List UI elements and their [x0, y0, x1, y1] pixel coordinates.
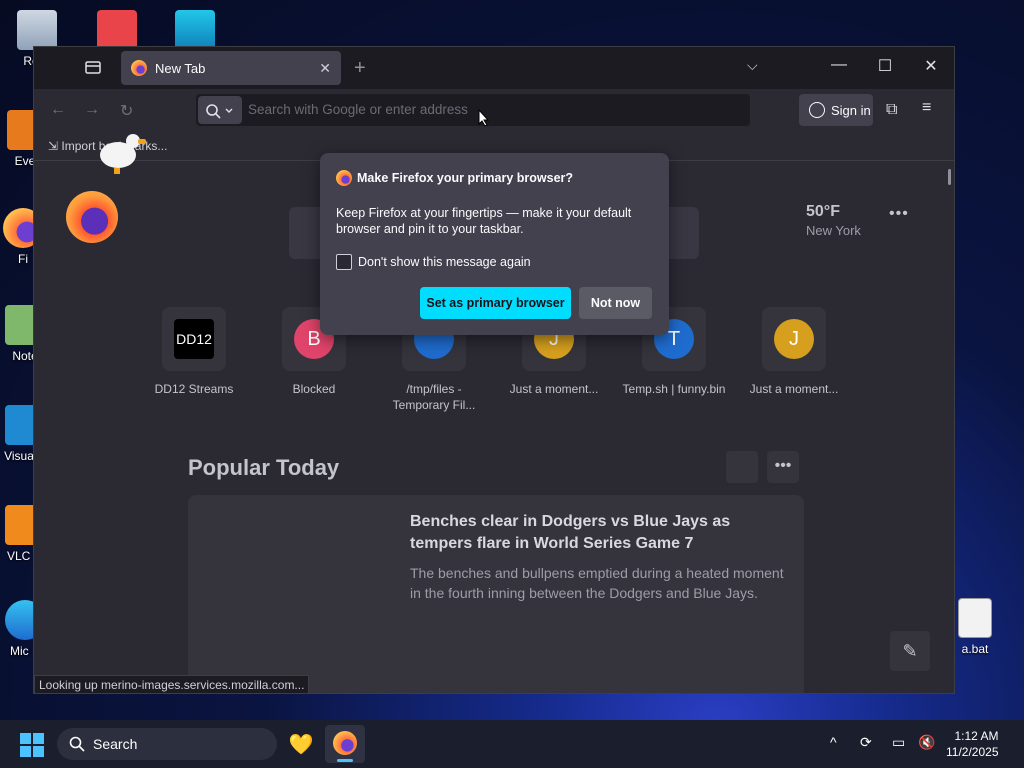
search-icon [206, 104, 233, 119]
game-controller-icon [97, 10, 137, 50]
firefox-logo-icon [66, 191, 118, 243]
scrollbar-thumb[interactable] [948, 169, 951, 185]
status-bar: Looking up merino-images.services.mozill… [34, 675, 310, 693]
tab-title: New Tab [155, 60, 206, 76]
sign-in-button[interactable]: Sign in [799, 94, 873, 126]
firefox-view-icon [85, 61, 101, 74]
account-icon [809, 102, 825, 118]
top-site-label: DD12 Streams [154, 382, 234, 396]
top-site-label: /tmp/files - Temporary Fil... [392, 382, 476, 412]
top-site-label: Temp.sh | funny.bin [622, 382, 726, 396]
import-icon: ⇲ [48, 139, 59, 153]
weather-location: New York [806, 223, 861, 238]
story-card[interactable]: Benches clear in Dodgers vs Blue Jays as… [188, 495, 804, 693]
popular-today-more-icon[interactable]: ••• [767, 451, 799, 483]
dialog-body: Keep Firefox at your fingertips — make i… [336, 206, 632, 236]
close-window-button[interactable]: ✕ [921, 56, 941, 76]
forward-button[interactable]: → [84, 101, 100, 119]
top-site-label: Blocked [292, 382, 336, 396]
nav-bar: ← → ↻ Search with Google or enter addres… [34, 89, 954, 133]
url-input-placeholder[interactable]: Search with Google or enter address [248, 102, 468, 117]
top-site-just-a-moment-2[interactable]: J Just a moment... [739, 307, 849, 397]
site-letter-icon: J [774, 319, 814, 359]
set-primary-browser-button[interactable]: Set as primary browser [420, 287, 571, 319]
list-all-tabs-chevron-icon[interactable]: ⌵ [747, 57, 758, 74]
clock-date: 11/2/2025 [946, 745, 999, 759]
volume-muted-icon[interactable]: 🔇 [918, 734, 935, 751]
story-headline[interactable]: Benches clear in Dodgers vs Blue Jays as… [410, 511, 795, 555]
new-tab-button[interactable]: + [354, 57, 366, 80]
search-icon [69, 736, 85, 752]
taskbar: Search 💛 ^ ⟳ ▭ 🔇 1:12 AM 11/2/2025 [0, 720, 1024, 768]
dont-show-again-checkbox[interactable]: Don't show this message again [336, 254, 531, 270]
dd12-logo-icon: DD12 [174, 319, 214, 359]
checkbox-label: Don't show this message again [358, 255, 531, 269]
top-site-label: Just a moment... [509, 382, 599, 396]
reload-button[interactable]: ↻ [120, 101, 133, 121]
top-site-dd12[interactable]: DD12 DD12 Streams [139, 307, 249, 397]
back-button[interactable]: ← [50, 101, 66, 119]
close-tab-icon[interactable]: ✕ [319, 60, 331, 77]
taskbar-firefox-button[interactable] [325, 725, 365, 763]
weather-more-icon[interactable]: ••• [889, 205, 909, 223]
dialog-title: Make Firefox your primary browser? [336, 170, 573, 186]
tab-new-tab[interactable]: New Tab ✕ [121, 51, 341, 85]
dialog-title-text: Make Firefox your primary browser? [357, 171, 574, 185]
minimize-button[interactable]: — [829, 56, 849, 74]
checkbox-box[interactable] [336, 254, 352, 270]
firefox-logo-icon [336, 170, 352, 186]
sign-in-label: Sign in [831, 102, 871, 118]
recycle-bin-icon [17, 10, 57, 50]
taskbar-search-label: Search [93, 736, 138, 752]
top-site-tile: J [762, 307, 826, 371]
popular-today-toggle-button[interactable] [726, 451, 758, 483]
default-browser-dialog: Make Firefox your primary browser? Keep … [320, 153, 669, 335]
monitor-icon [175, 10, 215, 50]
top-site-label: Just a moment... [749, 382, 839, 396]
firefox-favicon-icon [131, 60, 147, 76]
url-bar[interactable]: Search with Google or enter address [196, 94, 750, 126]
goose-sprite-icon [100, 134, 146, 174]
popular-today-heading: Popular Today [188, 455, 340, 480]
firefox-view-button[interactable] [84, 59, 102, 75]
not-now-button[interactable]: Not now [579, 287, 652, 319]
firefox-icon [333, 731, 357, 755]
weather-temperature: 50°F [806, 203, 840, 220]
top-site-tile: DD12 [162, 307, 226, 371]
mouse-cursor-icon [478, 109, 490, 127]
search-engine-selector[interactable] [198, 96, 242, 124]
tab-strip: New Tab ✕ + ⌵ — ☐ ✕ [34, 47, 954, 89]
network-icon[interactable]: ▭ [892, 734, 905, 751]
show-hidden-icons-chevron-icon[interactable]: ^ [830, 734, 837, 750]
customize-pencil-icon[interactable]: ✎ [890, 631, 930, 671]
sync-icon[interactable]: ⟳ [860, 734, 872, 751]
clock-time: 1:12 AM [954, 729, 999, 743]
app-menu-hamburger-icon[interactable]: ≡ [922, 99, 931, 117]
start-windows-icon[interactable] [20, 733, 44, 757]
file-icon [958, 598, 992, 638]
story-excerpt: The benches and bullpens emptied during … [410, 565, 784, 601]
maximize-button[interactable]: ☐ [875, 56, 895, 76]
active-indicator [337, 759, 353, 762]
firefox-window: New Tab ✕ + ⌵ — ☐ ✕ ← → ↻ Search with Go… [33, 46, 955, 694]
taskbar-search[interactable]: Search [57, 728, 277, 760]
extensions-puzzle-icon[interactable]: ⧉ [886, 101, 897, 119]
taskbar-heart-app-icon[interactable]: 💛 [288, 732, 314, 756]
taskbar-clock[interactable]: 1:12 AM 11/2/2025 [946, 728, 999, 760]
